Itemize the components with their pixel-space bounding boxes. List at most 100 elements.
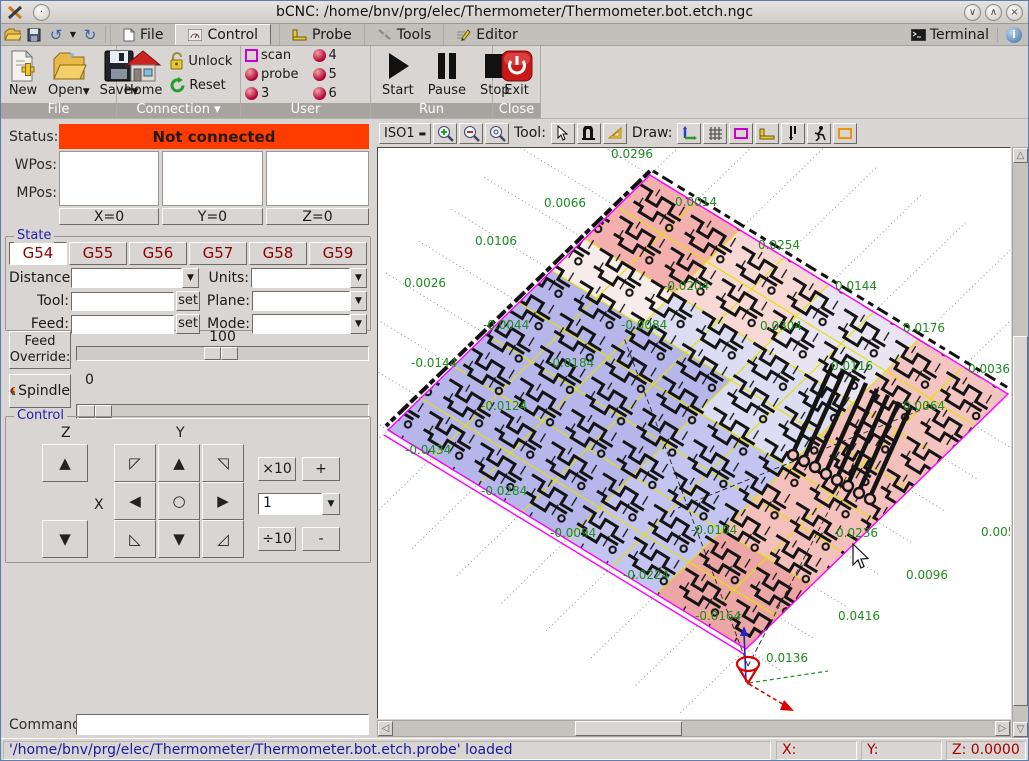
- draw-paths-button[interactable]: [807, 123, 831, 144]
- feed-override-value: 100: [76, 329, 369, 345]
- wcs-button-g56[interactable]: G56: [129, 242, 187, 265]
- jog-z-up-button[interactable]: ▲: [42, 444, 88, 482]
- scroll-down-icon[interactable]: ▽: [1013, 722, 1028, 737]
- terminal-button[interactable]: Terminal: [911, 27, 989, 43]
- tool-set-button[interactable]: set: [176, 291, 200, 311]
- gantry-tool-button[interactable]: [577, 123, 601, 144]
- draw-margins-button[interactable]: [729, 123, 753, 144]
- draw-probe-button[interactable]: [781, 123, 805, 144]
- wcs-button-g55[interactable]: G55: [69, 242, 127, 265]
- save-quick-button[interactable]: [23, 24, 45, 45]
- step-minus-button[interactable]: -: [302, 527, 340, 551]
- zoom-fit-icon: [488, 125, 506, 142]
- jog-z-down-button[interactable]: ▼: [42, 520, 88, 558]
- undo-list-dropdown[interactable]: ▼: [67, 24, 79, 45]
- units-combobox[interactable]: ▼: [251, 268, 367, 288]
- running-man-icon: [813, 125, 826, 141]
- spindle-button[interactable]: Spindle: [9, 374, 71, 408]
- step-dropdown-icon[interactable]: ▼: [322, 493, 340, 515]
- jog-xy-ne-button[interactable]: ◹: [202, 444, 244, 482]
- control-gauge-icon: [188, 29, 202, 41]
- jog-xy-nw-button[interactable]: ◸: [114, 444, 156, 482]
- group-label-close: Close: [493, 103, 540, 118]
- reset-button[interactable]: Reset: [169, 77, 232, 94]
- tool-input[interactable]: [71, 292, 174, 311]
- undo-button[interactable]: ↺: [45, 24, 67, 45]
- scroll-right-icon[interactable]: ▷: [995, 721, 1010, 736]
- draw-workarea-button[interactable]: [833, 123, 857, 144]
- user-button-4[interactable]: 4: [313, 48, 337, 63]
- hscroll-thumb[interactable]: [575, 721, 682, 736]
- jog-x-minus-button[interactable]: ◀: [114, 482, 156, 520]
- unlock-button[interactable]: Unlock: [169, 52, 232, 70]
- jog-origin-button[interactable]: ○: [158, 482, 200, 520]
- draw-axes-button[interactable]: [677, 123, 701, 144]
- wcs-button-g58[interactable]: G58: [249, 242, 307, 265]
- tab-file[interactable]: File: [110, 24, 175, 45]
- view-combobox[interactable]: ISO1▬: [379, 123, 431, 144]
- user5-sphere-icon: [313, 68, 326, 81]
- gcode-canvas[interactable]: 0.02960.00140.02540.01440.01760.00360.00…: [377, 147, 1011, 719]
- start-button[interactable]: Start: [379, 48, 417, 99]
- user-button-6[interactable]: 6: [313, 86, 337, 101]
- jog-y-plus-button[interactable]: ▲: [158, 444, 200, 482]
- plane-combobox[interactable]: ▼: [252, 291, 367, 311]
- tab-control[interactable]: Control: [175, 24, 271, 45]
- draw-ruler-button[interactable]: [755, 123, 779, 144]
- wcs-button-g57[interactable]: G57: [189, 242, 247, 265]
- distance-combobox[interactable]: ▼: [71, 268, 199, 288]
- feed-override-slider[interactable]: [76, 346, 369, 361]
- canvas-vscrollbar[interactable]: △ ▽: [1012, 147, 1029, 738]
- spindle-icon: [10, 384, 15, 398]
- jog-x-plus-button[interactable]: ▶: [202, 482, 244, 520]
- zero-z-button[interactable]: Z=0: [266, 208, 369, 225]
- user-button-5[interactable]: 5: [313, 67, 337, 82]
- jog-xy-sw-button[interactable]: ◺: [114, 520, 156, 558]
- user-button-3[interactable]: 3: [245, 86, 299, 101]
- zoom-out-button[interactable]: [459, 123, 483, 144]
- scroll-up-icon[interactable]: △: [1013, 148, 1028, 163]
- ruler-tool-button[interactable]: [603, 123, 627, 144]
- user-button-scan[interactable]: scan: [245, 48, 299, 63]
- home-button[interactable]: Home: [121, 48, 165, 99]
- probe-value-label: 0.0036: [968, 362, 1010, 376]
- open-quick-button[interactable]: [1, 24, 23, 45]
- vscroll-thumb[interactable]: [1013, 336, 1028, 706]
- step-combobox[interactable]: 1 ▼: [258, 493, 340, 515]
- info-icon[interactable]: i: [1006, 27, 1022, 43]
- wcs-button-g59[interactable]: G59: [309, 242, 367, 265]
- tab-editor[interactable]: Editor: [443, 24, 529, 45]
- probe-value-label: 0.0066: [544, 196, 586, 210]
- units-label: Units:: [201, 270, 249, 286]
- control-panel: Status: Not connected WPos: MPos: X=0 Y=…: [1, 119, 376, 738]
- tab-probe[interactable]: Probe: [279, 24, 364, 45]
- zero-x-button[interactable]: X=0: [59, 208, 159, 225]
- step-plus-button[interactable]: +: [302, 457, 340, 481]
- probe-value-label: 0.0176: [903, 321, 945, 335]
- canvas-hscrollbar[interactable]: ◁ ▷: [377, 720, 1011, 737]
- user-button-probe[interactable]: probe: [245, 67, 299, 82]
- tab-tools[interactable]: Tools: [364, 24, 444, 45]
- zoom-in-button[interactable]: [433, 123, 457, 144]
- step-mul10-button[interactable]: ×10: [258, 457, 296, 481]
- open-button[interactable]: Open▼: [45, 48, 93, 99]
- new-button[interactable]: New: [5, 48, 41, 99]
- zero-y-button[interactable]: Y=0: [162, 208, 263, 225]
- jog-xy-se-button[interactable]: ◿: [202, 520, 244, 558]
- state-group: State G54 G55 G56 G57 G58 G59 Distance: …: [5, 236, 371, 331]
- tab-bar: ↺ ▼ ↻ File Control Probe Tools Editor Te…: [1, 24, 1028, 46]
- command-input[interactable]: [76, 714, 369, 735]
- feed-override-button[interactable]: Feed Override:: [9, 331, 71, 369]
- user3-sphere-icon: [245, 87, 258, 100]
- probe-value-label: -0.0184: [548, 356, 594, 370]
- zoom-fit-button[interactable]: [485, 123, 509, 144]
- pause-button[interactable]: Pause: [425, 48, 469, 99]
- exit-button[interactable]: Exit: [497, 48, 537, 99]
- draw-grid-button[interactable]: [703, 123, 727, 144]
- step-div10-button[interactable]: ÷10: [258, 527, 296, 551]
- wcs-button-g54[interactable]: G54: [9, 242, 67, 265]
- jog-y-minus-button[interactable]: ▼: [158, 520, 200, 558]
- scroll-left-icon[interactable]: ◁: [378, 721, 393, 736]
- select-tool-button[interactable]: [551, 123, 575, 144]
- redo-button[interactable]: ↻: [79, 24, 101, 45]
